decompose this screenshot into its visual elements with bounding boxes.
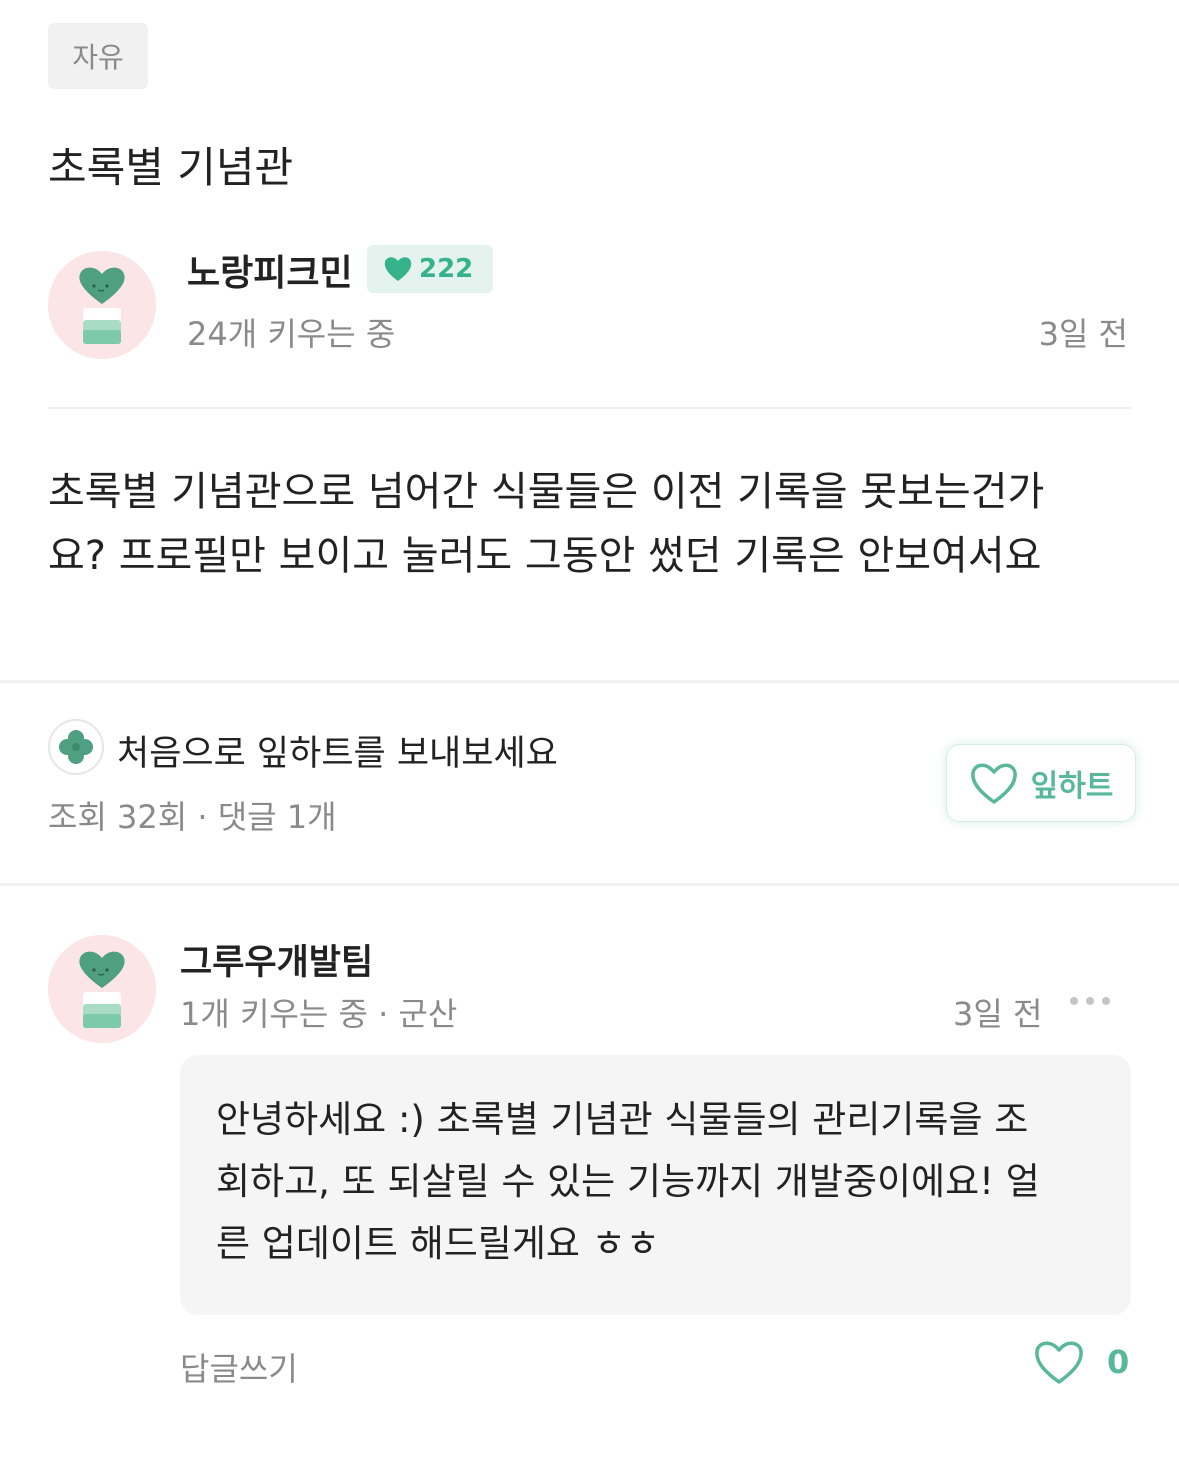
- plant-pot-avatar-icon: [79, 267, 125, 344]
- comment-text-line: 안녕하세요 :) 초록별 기념관 식물들의 관리기록을 조: [216, 1098, 1029, 1141]
- leaf-count: 222: [419, 254, 474, 284]
- more-dots-icon[interactable]: [1070, 997, 1110, 1005]
- post-stats: 조회 32회 · 댓글 1개: [48, 798, 337, 836]
- post-time: 3일 전: [1038, 315, 1128, 353]
- clover-badge: [48, 719, 104, 775]
- clover-icon: [59, 730, 93, 764]
- leafheart-button[interactable]: 잎하트: [946, 744, 1136, 822]
- comment-text-line: 회하고, 또 되살릴 수 있는 기능까지 개발중이에요! 얼: [216, 1160, 1040, 1203]
- plant-pot-avatar-icon: [79, 951, 125, 1028]
- heart-outline-icon: [970, 763, 1017, 804]
- reply-button[interactable]: 답글쓰기: [180, 1344, 298, 1390]
- comment-author-meta: 1개 키우는 중 · 군산: [180, 995, 458, 1033]
- comment-author-name[interactable]: 그루우개발팀: [180, 934, 373, 985]
- author-avatar[interactable]: [48, 251, 156, 359]
- comment-text-line: 른 업데이트 해드릴게요 ㅎㅎ: [216, 1222, 660, 1265]
- section-divider: [0, 883, 1179, 886]
- comment-like-count: 0: [1107, 1343, 1130, 1381]
- section-divider: [0, 680, 1179, 683]
- post-body-line: 요? 프로필만 보이고 눌러도 그동안 썼던 기록은 안보여서요: [48, 533, 1042, 579]
- category-tag[interactable]: 자유: [48, 23, 148, 89]
- comment-bubble: 안녕하세요 :) 초록별 기념관 식물들의 관리기록을 조 회하고, 또 되살릴…: [180, 1055, 1131, 1315]
- post-body-line: 초록별 기념관으로 넘어간 식물들은 이전 기록을 못보는건가: [48, 469, 1045, 515]
- leafheart-button-label: 잎하트: [1030, 769, 1114, 804]
- leaf-heart-icon: [384, 257, 412, 281]
- send-leafheart-prompt: 처음으로 잎하트를 보내보세요: [117, 734, 558, 774]
- post-title: 초록별 기념관: [48, 143, 294, 192]
- leaf-badge: 222: [367, 245, 493, 293]
- heart-outline-icon: [1035, 1341, 1083, 1384]
- comment-time: 3일 전: [953, 995, 1043, 1033]
- author-meta: 24개 키우는 중: [187, 315, 396, 353]
- author-name[interactable]: 노랑피크민: [187, 244, 353, 296]
- post-body: 초록별 기념관으로 넘어간 식물들은 이전 기록을 못보는건가 요? 프로필만 …: [48, 460, 1128, 588]
- divider: [48, 407, 1131, 409]
- comment-like-button[interactable]: 0: [1033, 1338, 1129, 1386]
- comment-author-avatar[interactable]: [48, 935, 156, 1043]
